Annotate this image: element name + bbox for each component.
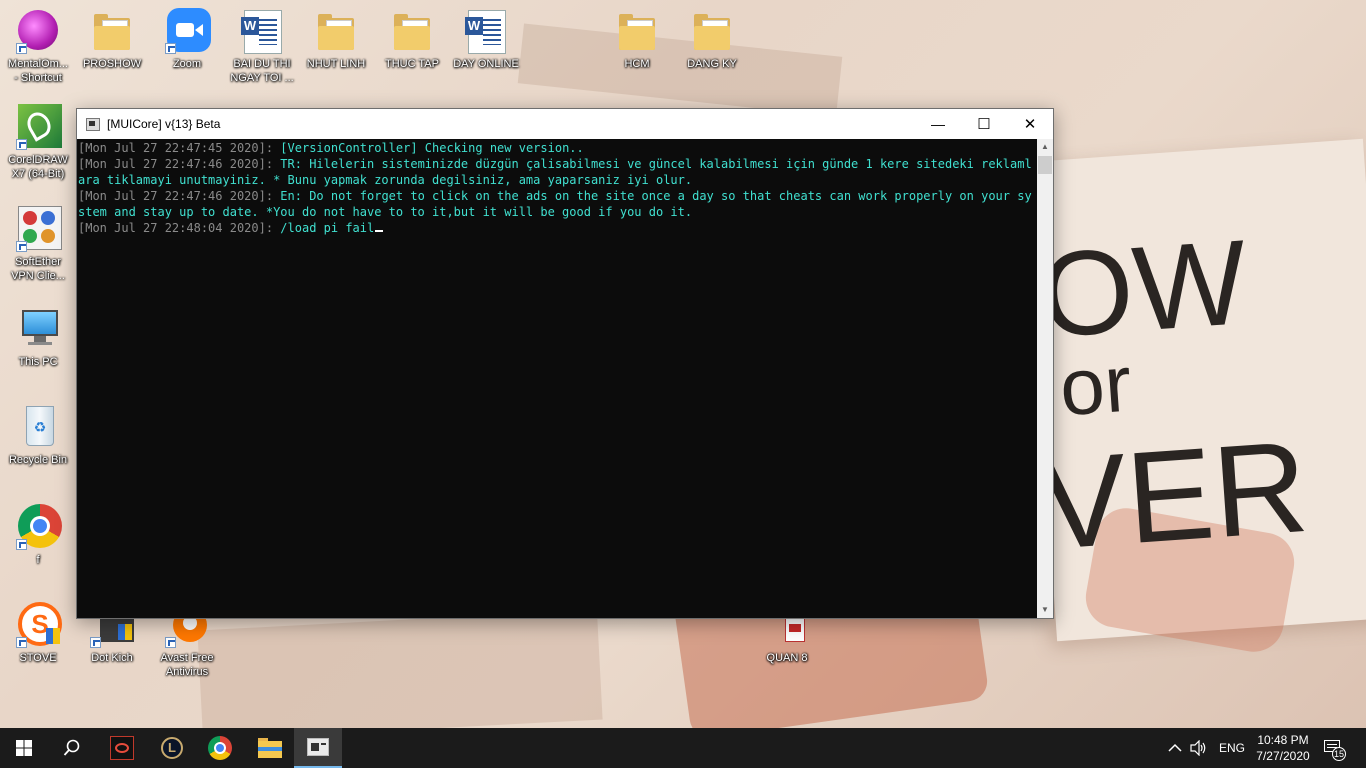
show-hidden-icons-button[interactable] <box>1168 728 1182 768</box>
window-titlebar[interactable]: [MUICore] v{13} Beta — ☐ ✕ <box>77 109 1053 139</box>
console-app-icon <box>86 118 100 131</box>
windows-start-icon <box>16 740 32 756</box>
console-line: [Mon Jul 27 22:47:45 2020]: [VersionCont… <box>78 140 1037 156</box>
message: /load pi fail <box>273 221 375 235</box>
console-line: [Mon Jul 27 22:47:46 2020]: TR: Hileleri… <box>78 156 1037 188</box>
scrollbar-thumb[interactable] <box>1038 156 1052 174</box>
console-window[interactable]: [MUICore] v{13} Beta — ☐ ✕ [Mon Jul 27 2… <box>76 108 1054 619</box>
desktop-icon-thuc-tap[interactable]: THUC TAP <box>374 8 450 71</box>
recycle-bin-icon: ♻ <box>14 404 62 450</box>
shortcut-arrow-icon <box>16 539 27 550</box>
shortcut-arrow-icon <box>16 637 27 648</box>
desktop-icon-chrome-f[interactable]: f <box>0 504 76 567</box>
clock-date: 7/27/2020 <box>1256 749 1310 763</box>
desktop-icon-stove[interactable]: S STOVE <box>0 602 76 665</box>
console-output[interactable]: [Mon Jul 27 22:47:45 2020]: [VersionCont… <box>77 139 1037 618</box>
console-line: [Mon Jul 27 22:48:04 2020]: /load pi fai… <box>78 220 1037 236</box>
close-button[interactable]: ✕ <box>1007 109 1053 139</box>
scroll-down-arrow-icon[interactable]: ▼ <box>1037 602 1053 618</box>
desktop-icon-softether[interactable]: SoftEther VPN Clie... <box>0 206 76 283</box>
word-document-icon: W <box>462 8 510 54</box>
timestamp: [Mon Jul 27 22:48:04 2020]: <box>78 221 274 235</box>
folder-icon <box>88 8 136 54</box>
word-document-icon: W <box>238 8 286 54</box>
clock-time: 10:48 PM <box>1257 733 1309 747</box>
taskbar-app-file-explorer[interactable] <box>246 728 294 768</box>
softether-vpn-icon <box>14 206 62 252</box>
taskbar-app-console[interactable] <box>294 728 342 768</box>
search-button[interactable] <box>48 728 96 768</box>
shortcut-arrow-icon <box>165 43 176 54</box>
stove-icon: S <box>14 602 62 648</box>
message: [VersionController] Checking new version… <box>273 141 584 155</box>
league-icon: L <box>161 737 183 759</box>
taskbar-app-garena[interactable] <box>98 728 146 768</box>
wallpaper-text: or <box>1056 338 1135 433</box>
text-cursor <box>375 230 384 232</box>
coreldraw-icon <box>14 104 62 150</box>
desktop-icon-this-pc[interactable]: This PC <box>0 306 76 369</box>
taskbar-app-league[interactable]: L <box>148 728 196 768</box>
desktop-icon-day-online[interactable]: W DAY ONLINE <box>448 8 524 71</box>
zoom-icon <box>163 8 211 54</box>
file-explorer-icon <box>258 738 282 758</box>
volume-button[interactable] <box>1190 728 1208 768</box>
desktop-icon-proshow[interactable]: PROSHOW <box>74 8 150 71</box>
console-line: [Mon Jul 27 22:47:46 2020]: En: Do not f… <box>78 188 1037 220</box>
timestamp: [Mon Jul 27 22:47:46 2020]: <box>78 157 274 171</box>
start-button[interactable] <box>0 728 48 768</box>
timestamp: [Mon Jul 27 22:47:46 2020]: <box>78 189 274 203</box>
shortcut-arrow-icon <box>16 43 27 54</box>
chrome-icon <box>208 736 232 760</box>
shortcut-arrow-icon <box>16 139 27 150</box>
desktop-icon-bai-du-thi[interactable]: W BAI DU THI NGAY TOI ... <box>224 8 300 85</box>
volume-icon <box>1190 740 1206 756</box>
wallpaper-text: VER <box>1035 412 1313 578</box>
timestamp: [Mon Jul 27 22:47:45 2020]: <box>78 141 274 155</box>
system-clock[interactable]: 10:48 PM 7/27/2020 <box>1248 732 1318 764</box>
window-title: [MUICore] v{13} Beta <box>107 117 221 131</box>
chevron-up-icon <box>1168 743 1182 752</box>
language-indicator[interactable]: ENG <box>1219 728 1245 768</box>
folder-icon <box>613 8 661 54</box>
folder-icon <box>688 8 736 54</box>
desktop-icon-zoom[interactable]: Zoom <box>149 8 225 71</box>
maximize-button[interactable]: ☐ <box>961 109 1007 139</box>
folder-icon <box>312 8 360 54</box>
console-app-icon <box>307 738 329 756</box>
wallpaper-decoration <box>197 609 603 728</box>
garena-icon <box>110 736 134 760</box>
vertical-scrollbar[interactable]: ▲ ▼ <box>1037 139 1053 618</box>
notification-icon: 15 <box>1322 737 1346 761</box>
minimize-button[interactable]: — <box>915 109 961 139</box>
taskbar: L ENG 10:48 PM 7/27/2020 15 <box>0 728 1366 768</box>
desktop-icon-nhut-linh[interactable]: NHUT LINH <box>298 8 374 71</box>
notification-count-badge: 15 <box>1332 747 1346 761</box>
desktop-icon-recycle-bin[interactable]: ♻ Recycle Bin <box>0 404 76 467</box>
folder-icon <box>388 8 436 54</box>
computer-icon <box>14 306 62 352</box>
desktop-icon-dang-ky[interactable]: DANG KY <box>674 8 750 71</box>
shortcut-arrow-icon <box>16 241 27 252</box>
shortcut-arrow-icon <box>90 637 101 648</box>
chrome-icon <box>14 504 62 550</box>
shortcut-arrow-icon <box>165 637 176 648</box>
action-center-button[interactable]: 15 <box>1322 728 1346 768</box>
taskbar-app-chrome[interactable] <box>196 728 244 768</box>
desktop-icon-mentalomega[interactable]: MentalOm... - Shortcut <box>0 8 76 85</box>
desktop-icon-hcm[interactable]: HCM <box>599 8 675 71</box>
mentalomega-icon <box>14 8 62 54</box>
search-icon <box>63 739 80 756</box>
desktop-icon-coreldraw[interactable]: CorelDRAW X7 (64-Bit) <box>0 104 76 181</box>
scroll-up-arrow-icon[interactable]: ▲ <box>1037 139 1053 155</box>
